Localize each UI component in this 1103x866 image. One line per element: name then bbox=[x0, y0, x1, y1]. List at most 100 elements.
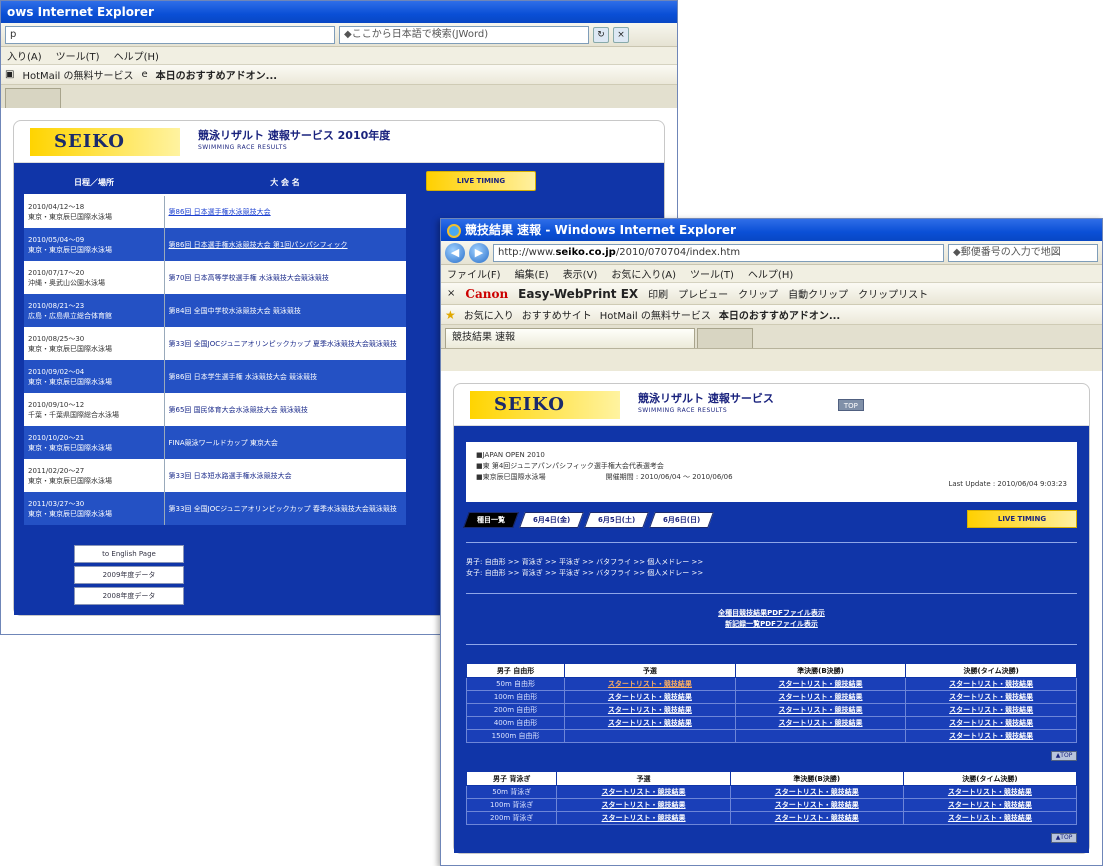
women-event-links[interactable]: 女子: 自由形 >> 背泳ぎ >> 平泳ぎ >> バタフライ >> 個人メドレー… bbox=[466, 568, 1077, 579]
row-event-link[interactable]: 第86回 日本選手権水泳競技大会 第1回パンパシフィック bbox=[164, 228, 406, 261]
row-date: 2010/04/12〜18 bbox=[28, 203, 85, 211]
menu-help[interactable]: ヘルプ(H) bbox=[748, 266, 793, 281]
table-row: 2010/05/04〜09 東京・東京辰巳国際水泳場 第86回 日本選手権水泳競技… bbox=[24, 228, 406, 261]
print-button[interactable]: 印刷 bbox=[648, 286, 668, 301]
auto-clip-button[interactable]: 自動クリップ bbox=[788, 286, 848, 301]
row-event-link[interactable]: 第86回 日本選手権水泳競技大会 bbox=[164, 195, 406, 228]
live-timing-button[interactable]: LIVE TIMING bbox=[967, 510, 1077, 528]
page-top-button[interactable]: ▲TOP bbox=[1051, 751, 1077, 761]
menu-view[interactable]: 表示(V) bbox=[563, 266, 598, 281]
address-prefix: http://www. bbox=[498, 246, 556, 258]
back-header-sub: SWIMMING RACE RESULTS bbox=[198, 143, 288, 151]
men-event-links[interactable]: 男子: 自由形 >> 背泳ぎ >> 平泳ぎ >> バタフライ >> 個人メドレー… bbox=[466, 557, 1077, 568]
row-place: 千葉・千葉県国際総合水泳場 bbox=[28, 410, 119, 419]
result-link[interactable]: スタートリスト・競技結果 bbox=[905, 729, 1077, 743]
close-icon[interactable]: × bbox=[447, 288, 455, 299]
clip-list-button[interactable]: クリップリスト bbox=[858, 286, 928, 301]
back-tab-bar bbox=[1, 85, 677, 109]
front-title-bar[interactable]: 競技結果 速報 - Windows Internet Explorer bbox=[441, 219, 1102, 241]
result-link[interactable]: スタートリスト・競技結果 bbox=[905, 703, 1077, 717]
result-link[interactable]: スタートリスト・競技結果 bbox=[564, 716, 736, 730]
result-link[interactable]: スタートリスト・競技結果 bbox=[734, 703, 907, 717]
back-menu-help[interactable]: ヘルプ(H) bbox=[114, 48, 159, 63]
fav-hotmail[interactable]: HotMail の無料サービス bbox=[600, 307, 711, 322]
tab-june-5[interactable]: 6月5日(土) bbox=[584, 512, 650, 528]
data-2008-button[interactable]: 2008年度データ bbox=[74, 587, 184, 605]
result-link[interactable]: スタートリスト・競技結果 bbox=[556, 811, 731, 825]
result-link[interactable]: スタートリスト・競技結果 bbox=[556, 785, 731, 799]
result-link[interactable]: スタートリスト・競技結果 bbox=[902, 811, 1078, 825]
result-link[interactable]: スタートリスト・競技結果 bbox=[729, 811, 904, 825]
result-link[interactable]: スタートリスト・競技結果 bbox=[905, 690, 1077, 704]
result-link[interactable]: スタートリスト・競技結果 bbox=[905, 716, 1077, 730]
tab-june-4[interactable]: 6月4日(金) bbox=[519, 512, 585, 528]
col-header: 決勝(タイム決勝) bbox=[902, 771, 1078, 786]
row-date: 2010/09/10〜12 bbox=[28, 400, 85, 409]
top-button[interactable]: TOP bbox=[837, 398, 864, 411]
result-link[interactable]: スタートリスト・競技結果 bbox=[905, 677, 1077, 691]
result-link[interactable]: スタートリスト・競技結果 bbox=[564, 677, 736, 691]
back-search-box[interactable]: ◆ここから日本語で検索(JWord) bbox=[339, 25, 589, 44]
address-domain: seiko.co.jp bbox=[555, 246, 616, 258]
front-search-box[interactable]: ◆郵便番号の入力で地図 bbox=[948, 243, 1098, 262]
result-link[interactable]: スタートリスト・競技結果 bbox=[564, 703, 736, 717]
event-cell: 50m 背泳ぎ bbox=[465, 785, 558, 799]
meet-schedule-table: 日程／場所 大 会 名 2010/04/12〜18 東京・東京辰巳国際水泳場 第8… bbox=[24, 171, 406, 525]
fav-recommended[interactable]: おすすめサイト bbox=[522, 307, 592, 322]
new-tab-button[interactable] bbox=[697, 328, 753, 348]
fav-addon[interactable]: 本日のおすすめアドオン... bbox=[719, 307, 840, 322]
page-top-button[interactable]: ▲TOP bbox=[1051, 833, 1077, 843]
back-menu-tools[interactable]: ツール(T) bbox=[56, 48, 100, 63]
event-cell: 100m 背泳ぎ bbox=[465, 798, 558, 812]
back-arrow-icon[interactable]: ◀ bbox=[445, 242, 465, 263]
result-link[interactable]: スタートリスト・競技結果 bbox=[734, 716, 907, 730]
tab-label: 6月6日(日) bbox=[663, 516, 701, 524]
front-browser-window[interactable]: 競技結果 速報 - Windows Internet Explorer ◀ ▶ … bbox=[440, 218, 1103, 866]
back-page-header: SEIKO 競泳リザルト 速報サービス 2010年度 SWIMMING RACE… bbox=[14, 121, 664, 163]
front-address-field[interactable]: http://www.seiko.co.jp/2010/070704/index… bbox=[493, 243, 944, 262]
col-date-header: 日程／場所 bbox=[24, 171, 164, 196]
back-fav-hotmail[interactable]: HotMail の無料サービス bbox=[22, 67, 133, 82]
result-link[interactable]: スタートリスト・競技結果 bbox=[729, 785, 904, 799]
result-link[interactable]: スタートリスト・競技結果 bbox=[734, 677, 907, 691]
easy-webprint-button[interactable]: Easy-WebPrint EX bbox=[518, 287, 638, 301]
all-results-pdf-link[interactable]: 全種目競技結果PDFファイル表示 bbox=[466, 608, 1077, 619]
forward-arrow-icon[interactable]: ▶ bbox=[469, 242, 489, 263]
data-2009-button[interactable]: 2009年度データ bbox=[74, 566, 184, 584]
tab-results[interactable]: 競技結果 速報 bbox=[445, 328, 695, 348]
clip-button[interactable]: クリップ bbox=[738, 286, 778, 301]
result-link[interactable]: スタートリスト・競技結果 bbox=[564, 690, 736, 704]
result-link[interactable]: スタートリスト・競技結果 bbox=[902, 785, 1078, 799]
tab-june-6[interactable]: 6月6日(日) bbox=[649, 512, 715, 528]
menu-file[interactable]: ファイル(F) bbox=[447, 266, 501, 281]
back-new-tab[interactable] bbox=[5, 88, 61, 108]
canon-toolbar: × Canon Easy-WebPrint EX 印刷 プレビュー クリップ 自… bbox=[441, 283, 1102, 305]
menu-edit[interactable]: 編集(E) bbox=[515, 266, 549, 281]
back-refresh-icon[interactable]: ↻ bbox=[593, 26, 609, 43]
col-header: 男子 背泳ぎ bbox=[465, 771, 558, 786]
tab-label: 6月5日(土) bbox=[598, 516, 636, 524]
back-stop-icon[interactable]: × bbox=[613, 26, 629, 43]
english-page-button[interactable]: to English Page bbox=[74, 545, 184, 563]
row-place: 東京・東京辰巳国際水泳場 bbox=[28, 443, 112, 452]
back-title-bar[interactable]: ows Internet Explorer bbox=[1, 1, 677, 23]
new-records-pdf-link[interactable]: 新記録一覧PDFファイル表示 bbox=[466, 619, 1077, 630]
back-menu-favorites[interactable]: 入り(A) bbox=[7, 48, 42, 63]
result-link[interactable]: スタートリスト・競技結果 bbox=[902, 798, 1078, 812]
table-row: 100m 背泳ぎ スタートリスト・競技結果 スタートリスト・競技結果 スタートリ… bbox=[465, 798, 1078, 812]
back-live-timing-button[interactable]: LIVE TIMING bbox=[426, 171, 536, 191]
menu-tools[interactable]: ツール(T) bbox=[690, 266, 734, 281]
fav-favorites[interactable]: お気に入り bbox=[464, 307, 514, 322]
back-address-field[interactable]: p bbox=[5, 25, 335, 44]
row-date: 2010/08/21〜23 bbox=[28, 301, 85, 310]
menu-favorites[interactable]: お気に入り(A) bbox=[611, 266, 676, 281]
result-link[interactable]: スタートリスト・競技結果 bbox=[734, 690, 907, 704]
result-link[interactable]: スタートリスト・競技結果 bbox=[729, 798, 904, 812]
row-event: 第33回 全国JOCジュニアオリンピックカップ 春季水泳競技大会競泳競技 bbox=[164, 492, 406, 525]
back-fav-addon[interactable]: 本日のおすすめアドオン... bbox=[156, 67, 277, 82]
preview-button[interactable]: プレビュー bbox=[678, 286, 728, 301]
tab-event-list[interactable]: 種目一覧 bbox=[463, 512, 519, 528]
result-link[interactable]: スタートリスト・競技結果 bbox=[556, 798, 731, 812]
row-date: 2010/05/04〜09 bbox=[28, 235, 85, 244]
favorites-star-icon: ★ bbox=[445, 307, 456, 322]
